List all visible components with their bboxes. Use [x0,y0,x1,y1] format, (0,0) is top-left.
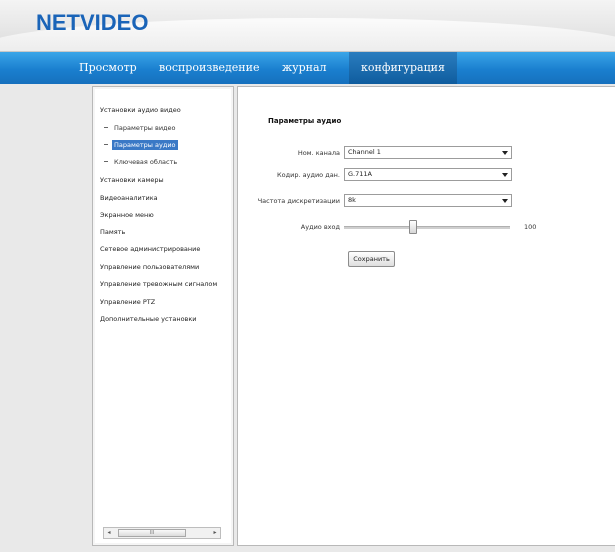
chevron-down-icon [502,151,508,155]
sample-rate-select-value: 8k [348,196,356,204]
header: NETVIDEO [0,0,615,52]
audio-input-slider-track[interactable] [344,226,510,229]
tree-item-user-management[interactable]: Управление пользователями [100,263,199,271]
chevron-down-icon [502,173,508,177]
page-title: Параметры аудио [268,117,342,125]
tree-item-video-analytics[interactable]: Видеоаналитика [100,194,158,202]
channel-label: Ном. канала [297,149,340,157]
sample-rate-select[interactable]: 8k [344,194,512,207]
save-button[interactable]: Сохранить [348,251,395,267]
tree-item-ptz-management[interactable]: Управление PTZ [100,298,155,306]
tree-connector [104,127,108,128]
config-tree-panel: Установки аудио видео Параметры видео Па… [92,86,234,546]
tree-item-network-admin[interactable]: Сетевое администрирование [100,245,200,253]
codec-select[interactable]: G.711A [344,168,512,181]
tree-connector [104,161,108,162]
nav-item-log[interactable]: журнал [282,52,327,84]
tree-item-advanced-settings[interactable]: Дополнительные установки [100,315,197,323]
audio-input-slider-thumb[interactable] [409,220,417,234]
scroll-left-arrow-icon[interactable]: ◂ [105,529,113,536]
page-body: Установки аудио видео Параметры видео Па… [0,84,615,552]
tree-item-camera-settings[interactable]: Установки камеры [100,176,164,184]
chevron-down-icon [502,199,508,203]
horizontal-scrollbar[interactable]: ◂ III ▸ [103,527,221,539]
tree-item-key-area[interactable]: Ключевая область [114,158,177,166]
audio-input-label: Аудио вход [300,223,340,231]
tree-connector [104,144,108,145]
codec-label: Кодир. аудио дан. [277,171,340,179]
logo: NETVIDEO [36,10,149,35]
sample-rate-label: Частота дискретизации [257,197,340,205]
main-nav: Просмотр воспроизведение журнал конфигур… [0,52,615,84]
tree-item-storage[interactable]: Память [100,228,125,236]
settings-panel: Параметры аудио Ном. канала Channel 1 Ко… [237,86,615,546]
channel-select-value: Channel 1 [348,148,381,156]
nav-item-playback[interactable]: воспроизведение [159,52,259,84]
codec-select-value: G.711A [348,170,372,178]
nav-item-preview[interactable]: Просмотр [79,52,137,84]
tree-item-audio-params[interactable]: Параметры аудио [112,140,178,150]
tree-item-audio-video-settings[interactable]: Установки аудио видео [100,106,181,114]
channel-select[interactable]: Channel 1 [344,146,512,159]
tree-item-alarm-management[interactable]: Управление тревожным сигналом [100,280,217,288]
nav-item-configuration[interactable]: конфигурация [349,52,457,84]
tree-item-osd[interactable]: Экранное меню [100,211,154,219]
tree-item-video-params[interactable]: Параметры видео [114,124,176,132]
scroll-right-arrow-icon[interactable]: ▸ [211,529,219,536]
audio-input-value: 100 [524,223,537,231]
scrollbar-thumb[interactable]: III [118,529,186,537]
